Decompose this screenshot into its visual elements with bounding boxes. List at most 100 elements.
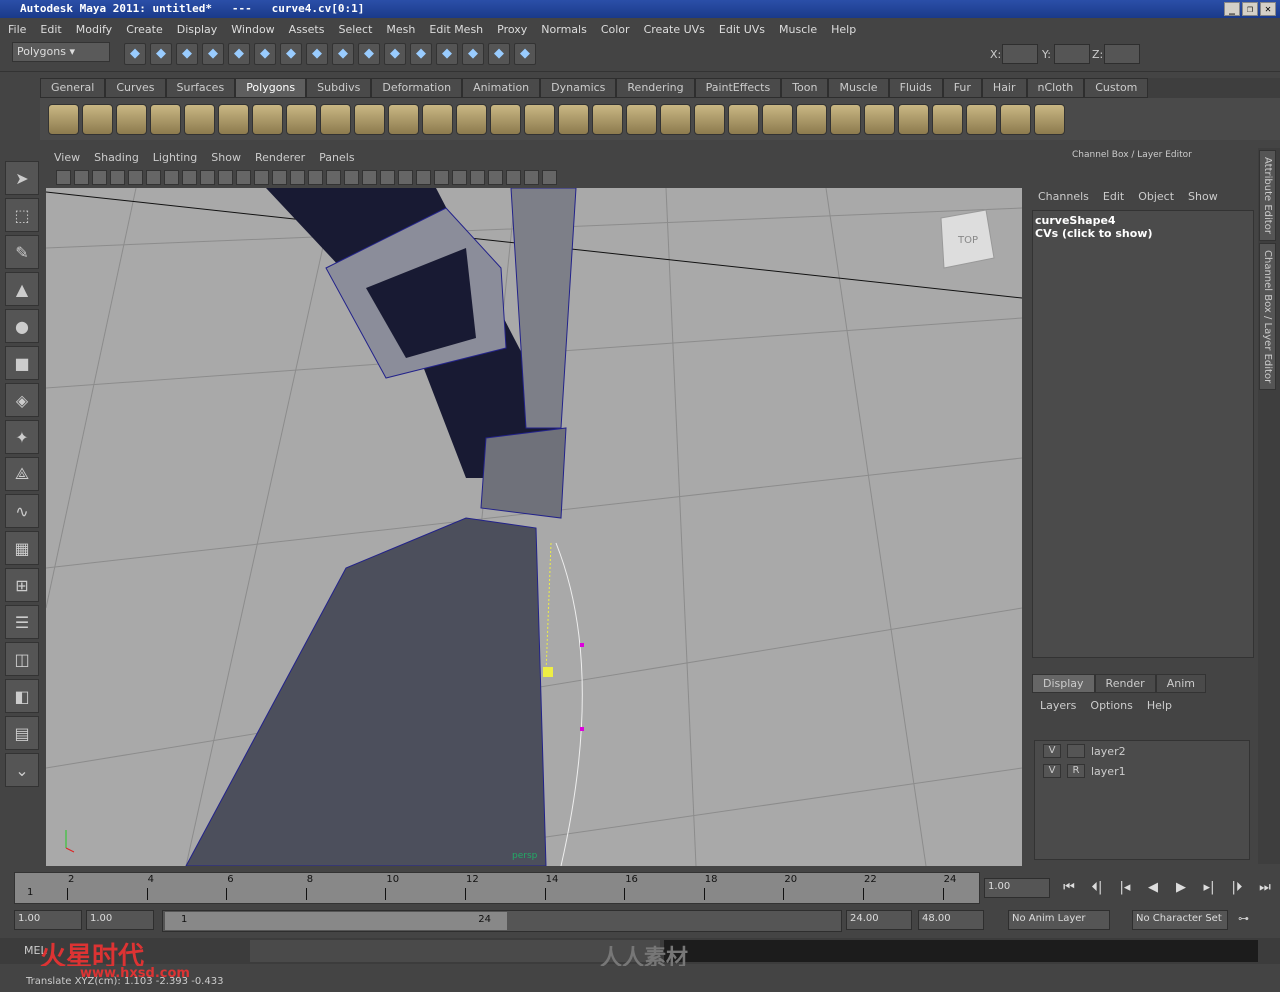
poly-tool-icon[interactable] (694, 103, 725, 135)
object-name[interactable]: curveShape4 (1035, 214, 1251, 227)
layer-menu-layers[interactable]: Layers (1040, 699, 1076, 712)
viewport-tool-icon[interactable] (344, 169, 359, 185)
move-tool-icon[interactable]: ▲ (5, 272, 39, 306)
menu-select[interactable]: Select (338, 23, 372, 36)
attribute-editor-tab[interactable]: Attribute Editor (1259, 150, 1276, 241)
poly-tool-icon[interactable] (456, 103, 487, 135)
poly-tool-icon[interactable] (932, 103, 963, 135)
poly-tool-icon[interactable] (592, 103, 623, 135)
viewport-tool-icon[interactable] (524, 169, 539, 185)
snap-grid-icon[interactable]: ◆ (280, 43, 302, 65)
visibility-toggle[interactable]: V (1043, 764, 1061, 778)
channel-menu-object[interactable]: Object (1138, 190, 1174, 203)
tab-custom[interactable]: Custom (1084, 78, 1149, 98)
four-pane-layout-icon[interactable]: ⊞ (5, 568, 39, 602)
channel-menu-show[interactable]: Show (1188, 190, 1218, 203)
poly-tool-icon[interactable] (388, 103, 419, 135)
poly-tool-icon[interactable] (728, 103, 759, 135)
range-slider-handle[interactable]: 1 24 (165, 912, 507, 930)
channel-menu-channels[interactable]: Channels (1038, 190, 1089, 203)
viewport-tool-icon[interactable] (416, 169, 431, 185)
poly-tool-icon[interactable] (252, 103, 283, 135)
open-icon[interactable]: ◆ (150, 43, 172, 65)
menu-modify[interactable]: Modify (76, 23, 112, 36)
start-time-field[interactable]: 1.00 (14, 910, 82, 930)
layer-tab-render[interactable]: Render (1094, 674, 1156, 693)
viewport-tool-icon[interactable] (506, 169, 521, 185)
ipr-icon[interactable]: ◆ (488, 43, 510, 65)
tab-fur[interactable]: Fur (942, 78, 982, 98)
poly-tool-icon[interactable] (82, 103, 113, 135)
menu-edit-mesh[interactable]: Edit Mesh (429, 23, 483, 36)
poly-tool-icon[interactable] (116, 103, 147, 135)
current-time-field[interactable]: 1.00 (984, 878, 1050, 898)
menu-assets[interactable]: Assets (289, 23, 325, 36)
poly-tool-icon[interactable] (184, 103, 215, 135)
channel-box-tab[interactable]: Channel Box / Layer Editor (1259, 242, 1276, 391)
single-pane-layout-icon[interactable]: ▦ (5, 531, 39, 565)
tab-ncloth[interactable]: nCloth (1026, 78, 1085, 98)
go-to-start-icon[interactable]: ⏮ (1058, 880, 1080, 895)
viewport-persp[interactable]: TOP persp (46, 188, 1022, 866)
dope-layout-icon[interactable]: ▤ (5, 716, 39, 750)
command-input[interactable] (250, 940, 660, 962)
poly-tool-icon[interactable] (354, 103, 385, 135)
poly-tool-icon[interactable] (490, 103, 521, 135)
tab-polygons[interactable]: Polygons (235, 78, 307, 98)
viewport-menu-show[interactable]: Show (211, 151, 241, 164)
cvs-row[interactable]: CVs (click to show) (1035, 227, 1251, 240)
layer-row[interactable]: V Rlayer1 (1035, 761, 1249, 781)
viewport-tool-icon[interactable] (236, 169, 251, 185)
viewport-tool-icon[interactable] (362, 169, 377, 185)
viewport-menu-renderer[interactable]: Renderer (255, 151, 305, 164)
lock-icon[interactable]: ◆ (410, 43, 432, 65)
layer-tab-anim[interactable]: Anim (1155, 674, 1206, 693)
poly-tool-icon[interactable] (864, 103, 895, 135)
viewport-tool-icon[interactable] (380, 169, 395, 185)
tab-muscle[interactable]: Muscle (828, 78, 889, 98)
select-object-icon[interactable]: ◆ (228, 43, 250, 65)
viewport-tool-icon[interactable] (542, 169, 557, 185)
viewport-menu-view[interactable]: View (54, 151, 80, 164)
tab-fluids[interactable]: Fluids (888, 78, 943, 98)
render-icon[interactable]: ◆ (462, 43, 484, 65)
viewport-tool-icon[interactable] (218, 169, 233, 185)
menu-color[interactable]: Color (601, 23, 630, 36)
history-icon[interactable]: ◆ (436, 43, 458, 65)
rotate-tool-icon[interactable]: ● (5, 309, 39, 343)
viewport-menu-panels[interactable]: Panels (319, 151, 354, 164)
poly-tool-icon[interactable] (422, 103, 453, 135)
viewport-tool-icon[interactable] (398, 169, 413, 185)
viewport-tool-icon[interactable] (92, 169, 107, 185)
viewport-tool-icon[interactable] (146, 169, 161, 185)
viewport-tool-icon[interactable] (128, 169, 143, 185)
play-forward-icon[interactable]: ▶ (1170, 880, 1192, 895)
viewport-menu-lighting[interactable]: Lighting (153, 151, 197, 164)
menu-help[interactable]: Help (831, 23, 856, 36)
viewport-tool-icon[interactable] (200, 169, 215, 185)
playback-start-field[interactable]: 1.00 (86, 910, 154, 930)
poly-tool-icon[interactable] (558, 103, 589, 135)
select-tool-icon[interactable]: ➤ (5, 161, 39, 195)
tab-painteffects[interactable]: PaintEffects (694, 78, 782, 98)
selected-cv[interactable] (543, 667, 553, 677)
graph-layout-icon[interactable]: ◫ (5, 642, 39, 676)
poly-tool-icon[interactable] (762, 103, 793, 135)
select-component-icon[interactable]: ◆ (254, 43, 276, 65)
menu-mesh[interactable]: Mesh (386, 23, 415, 36)
snap-point-icon[interactable]: ◆ (332, 43, 354, 65)
save-icon[interactable]: ◆ (176, 43, 198, 65)
layer-row[interactable]: Vlayer2 (1035, 741, 1249, 761)
menu-muscle[interactable]: Muscle (779, 23, 817, 36)
playback-end-field[interactable]: 24.00 (846, 910, 912, 930)
curve-tool-icon[interactable]: ∿ (5, 494, 39, 528)
anim-layer-dropdown[interactable]: No Anim Layer (1008, 910, 1110, 930)
poly-tool-icon[interactable] (830, 103, 861, 135)
menu-edit[interactable]: Edit (40, 23, 61, 36)
menu-edit-uvs[interactable]: Edit UVs (719, 23, 765, 36)
tab-animation[interactable]: Animation (462, 78, 541, 98)
viewport-tool-icon[interactable] (56, 169, 71, 185)
poly-tool-icon[interactable] (1034, 103, 1065, 135)
menu-create[interactable]: Create (126, 23, 163, 36)
key-icon[interactable]: ⊶ (1238, 912, 1249, 925)
